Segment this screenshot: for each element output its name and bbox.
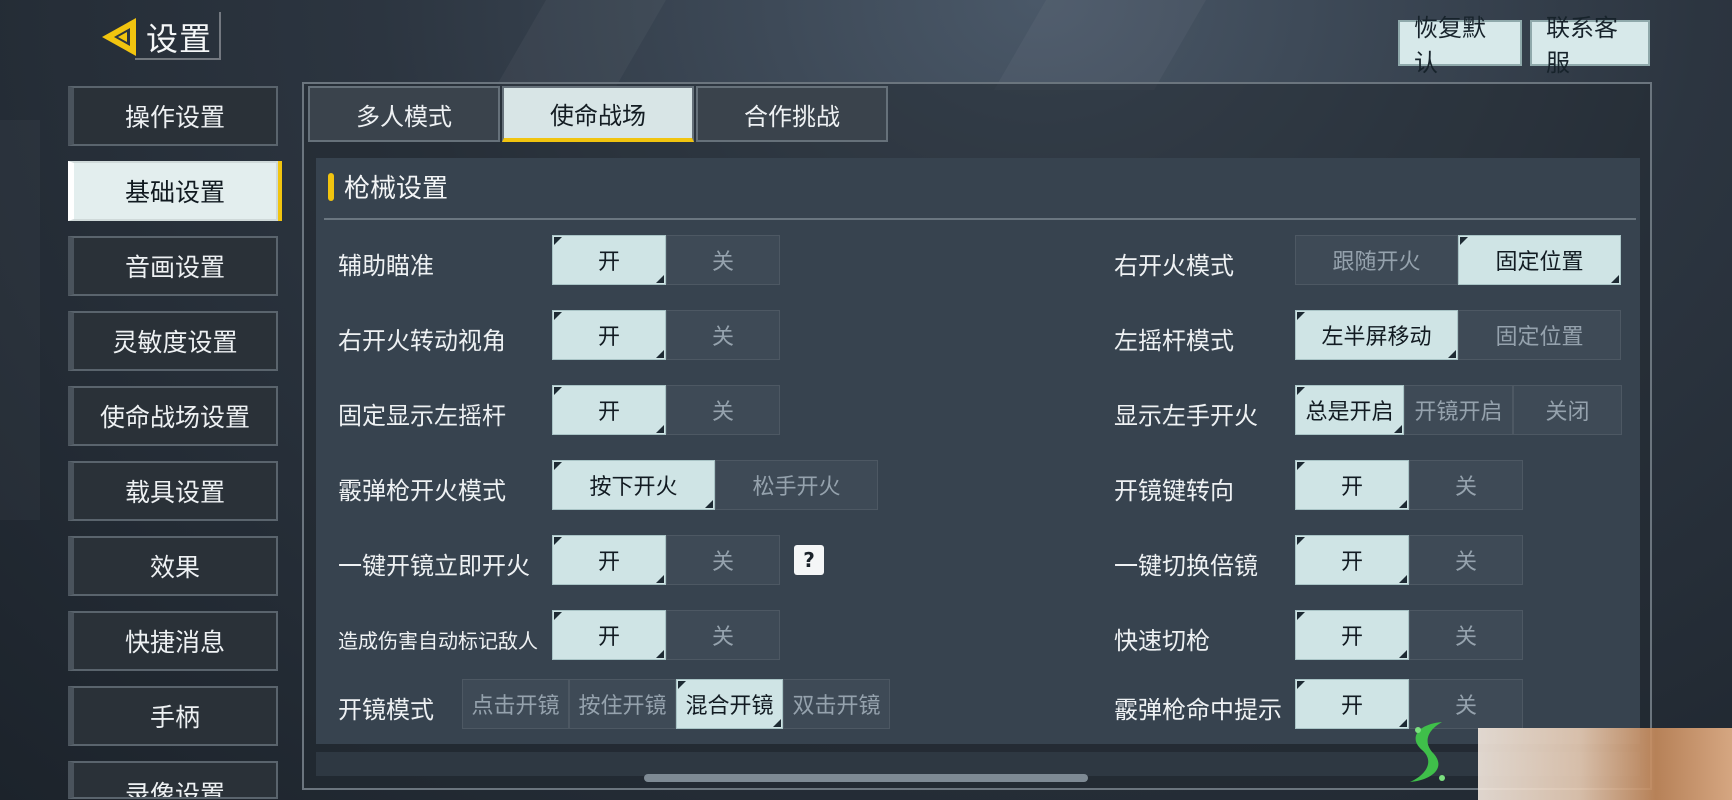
option-off[interactable]: 关 (666, 610, 780, 660)
option-off[interactable]: 关 (1409, 535, 1523, 585)
background-stripe (994, 0, 1206, 90)
setting-label-right-fire-mode: 右开火模式 (1114, 252, 1234, 280)
setting-label-switch-scope: 一键切换倍镜 (1114, 552, 1258, 580)
option-off[interactable]: 关 (666, 385, 780, 435)
section-title: 枪械设置 (328, 168, 448, 205)
sidebar-item-audio-video[interactable]: 音画设置 (68, 236, 278, 296)
back-button[interactable] (98, 14, 140, 60)
tab-battle-royale[interactable]: 使命战场 (502, 86, 694, 142)
option-fixed-position[interactable]: 固定位置 (1458, 235, 1621, 285)
sidebar-item-controller[interactable]: 手柄 (68, 686, 278, 746)
option-always-on[interactable]: 总是开启 (1295, 385, 1404, 435)
section-accent-bar (328, 172, 334, 201)
setting-label-shotgun-fire-mode: 霰弹枪开火模式 (338, 477, 506, 505)
help-icon[interactable]: ? (794, 545, 824, 575)
option-off[interactable]: 关闭 (1513, 385, 1622, 435)
setting-label-scope-fire: 一键开镜立即开火 (338, 552, 530, 580)
watermark-logo-icon (1398, 716, 1458, 792)
sidebar-item-basic[interactable]: 基础设置 (68, 161, 278, 221)
section-divider (324, 218, 1636, 220)
tab-multiplayer[interactable]: 多人模式 (308, 86, 500, 142)
background-stripe (494, 0, 666, 90)
contact-support-button[interactable]: 联系客服 (1530, 14, 1650, 77)
option-on[interactable]: 开 (1295, 535, 1409, 585)
option-on[interactable]: 开 (552, 385, 666, 435)
corner-decoration-image (1478, 728, 1732, 800)
option-on[interactable]: 开 (1295, 460, 1409, 510)
option-on[interactable]: 开 (552, 535, 666, 585)
setting-label-shotgun-hit-hint: 霰弹枪命中提示 (1114, 696, 1282, 724)
option-half-screen-move[interactable]: 左半屏移动 (1295, 310, 1458, 360)
option-on[interactable]: 开 (1295, 679, 1409, 729)
sidebar-item-recording[interactable]: 录像设置 (68, 761, 278, 799)
option-hybrid-scope[interactable]: 混合开镜 (676, 679, 783, 729)
toggle-shotgun-fire-mode: 按下开火 松手开火 (552, 460, 878, 510)
setting-label-fire-rotate-view: 右开火转动视角 (338, 327, 506, 355)
setting-label-scope-turn: 开镜键转向 (1114, 477, 1234, 505)
setting-label-fixed-joystick: 固定显示左摇杆 (338, 402, 506, 430)
toggle-left-joystick-mode: 左半屏移动 固定位置 (1295, 310, 1621, 360)
option-release-fire[interactable]: 松手开火 (715, 460, 878, 510)
restore-default-button[interactable]: 恢复默认 (1398, 14, 1522, 77)
option-off[interactable]: 关 (1409, 460, 1523, 510)
toggle-switch-scope: 开 关 (1295, 535, 1523, 585)
sidebar-item-label: 录像设置 (124, 780, 225, 799)
option-press-fire[interactable]: 按下开火 (552, 460, 715, 510)
option-fixed-position[interactable]: 固定位置 (1458, 310, 1621, 360)
sidebar-item-controls[interactable]: 操作设置 (68, 86, 278, 146)
setting-label-quick-switch: 快速切枪 (1114, 627, 1210, 655)
option-off[interactable]: 关 (666, 235, 780, 285)
toggle-quick-switch: 开 关 (1295, 610, 1523, 660)
setting-label-auto-mark-enemy: 造成伤害自动标记敌人 (338, 629, 538, 653)
option-on[interactable]: 开 (552, 610, 666, 660)
toggle-fire-rotate-view: 开 关 (552, 310, 780, 360)
back-arrow-icon (102, 18, 136, 56)
sidebar-item-sensitivity[interactable]: 灵敏度设置 (68, 311, 278, 371)
sidebar-item-quick-chat[interactable]: 快捷消息 (68, 611, 278, 671)
option-double-tap-scope[interactable]: 双击开镜 (783, 679, 890, 729)
toggle-auto-mark-enemy: 开 关 (552, 610, 780, 660)
mode-tabs: 多人模式 使命战场 合作挑战 (308, 86, 890, 142)
option-on[interactable]: 开 (552, 235, 666, 285)
setting-label-aim-assist: 辅助瞄准 (338, 252, 434, 280)
sidebar-item-battle-royale[interactable]: 使命战场设置 (68, 386, 278, 446)
page-title: 设置 (146, 20, 213, 58)
option-off[interactable]: 关 (666, 310, 780, 360)
option-tap-scope[interactable]: 点击开镜 (462, 679, 569, 729)
background-stripe (0, 120, 40, 520)
option-scope-on[interactable]: 开镜开启 (1404, 385, 1513, 435)
horizontal-scrollbar[interactable] (644, 774, 1088, 782)
setting-label-left-fire-button: 显示左手开火 (1114, 402, 1258, 430)
option-on[interactable]: 开 (552, 310, 666, 360)
sidebar-item-vehicle[interactable]: 载具设置 (68, 461, 278, 521)
toggle-aim-assist: 开 关 (552, 235, 780, 285)
section-title-text: 枪械设置 (344, 174, 449, 204)
toggle-scope-turn: 开 关 (1295, 460, 1523, 510)
tab-coop[interactable]: 合作挑战 (696, 86, 888, 142)
toggle-scope-fire: 开 关 (552, 535, 780, 585)
setting-label-left-joystick-mode: 左摇杆模式 (1114, 327, 1234, 355)
option-hold-scope[interactable]: 按住开镜 (569, 679, 676, 729)
sidebar-item-effects[interactable]: 效果 (68, 536, 278, 596)
toggle-left-fire-button: 总是开启 开镜开启 关闭 (1295, 385, 1622, 435)
option-off[interactable]: 关 (1409, 610, 1523, 660)
option-off[interactable]: 关 (666, 535, 780, 585)
option-on[interactable]: 开 (1295, 610, 1409, 660)
toggle-scope-mode: 点击开镜 按住开镜 混合开镜 双击开镜 (462, 679, 890, 729)
option-follow-fire[interactable]: 跟随开火 (1295, 235, 1458, 285)
setting-label-scope-mode: 开镜模式 (338, 696, 434, 724)
toggle-fixed-joystick: 开 关 (552, 385, 780, 435)
toggle-right-fire-mode: 跟随开火 固定位置 (1295, 235, 1621, 285)
